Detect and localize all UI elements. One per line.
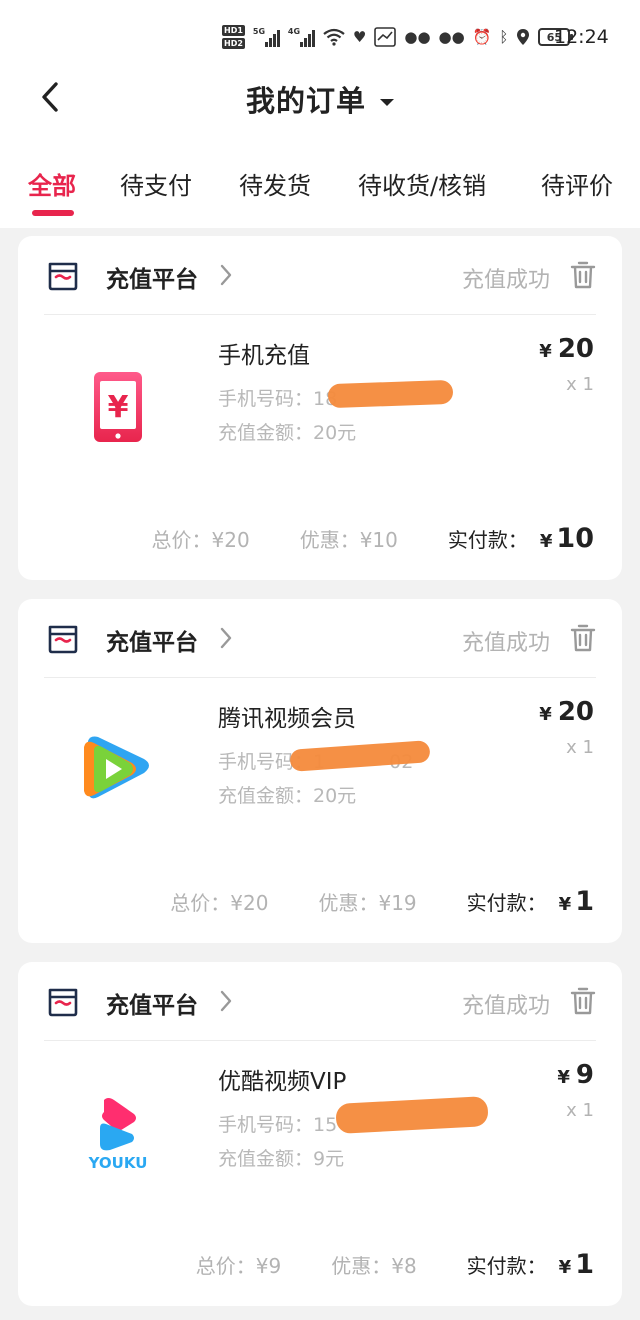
phone-recharge-icon: ¥	[94, 372, 142, 442]
store-name[interactable]: 充值平台	[106, 986, 198, 1020]
discount: 优惠：¥8	[331, 1254, 417, 1278]
tab-pending-review[interactable]: 待评价	[541, 166, 613, 201]
quantity: x 1	[566, 1100, 594, 1121]
hd-indicator-icon: HD1 HD2	[222, 25, 245, 49]
product-name[interactable]: 优酷视频VIP	[218, 1062, 346, 1096]
tab-pending-payment[interactable]: 待支付	[120, 166, 192, 201]
amount-paid: 实付款： ¥ 10	[447, 523, 594, 554]
store-icon	[48, 988, 78, 1017]
total-price: 总价：¥9	[195, 1254, 282, 1278]
discount: 优惠：¥10	[299, 528, 398, 552]
divider	[44, 1040, 596, 1041]
chevron-right-icon[interactable]	[218, 262, 234, 288]
quantity: x 1	[566, 374, 594, 395]
redaction-scribble	[335, 1096, 489, 1134]
order-tabs: 全部 待支付 待发货 待收货/核销 待评价	[0, 166, 640, 216]
tencent-video-icon	[84, 736, 149, 799]
order-totals: 总价：¥9 优惠：¥8 实付款： ¥ 1	[196, 1249, 594, 1280]
heart-rate-icon: ♥	[352, 27, 367, 46]
order-status: 充值成功	[461, 268, 550, 293]
order-card[interactable]: 充值平台 充值成功 YOUKU 优酷视频VIP 手机号码：15 充值金额：9元 …	[18, 962, 622, 1306]
order-status: 充值成功	[461, 631, 550, 656]
clock: 12:24	[554, 26, 609, 48]
wechat-icon-2: ●●	[438, 27, 465, 46]
recharge-amount-line: 充值金额：9元	[218, 1148, 345, 1170]
total-price: 总价：¥20	[151, 528, 250, 552]
unit-price: ¥9	[557, 1060, 594, 1090]
trash-icon[interactable]	[570, 260, 596, 290]
top-bar: HD1 HD2 5G 4G ♥ ●● ●● ⏰ ᛒ 65 12:24 我的订单 …	[0, 0, 640, 228]
tab-pending-shipment[interactable]: 待发货	[239, 166, 311, 201]
store-icon	[48, 262, 78, 291]
app-notification-icon	[374, 27, 397, 47]
order-card[interactable]: 充值平台 充值成功 腾讯视频会员 手机号码：102 充值金额：20元 ¥20 x…	[18, 599, 622, 943]
recharge-amount-line: 充值金额：20元	[218, 785, 357, 807]
caret-down-icon	[380, 99, 394, 106]
tab-all[interactable]: 全部	[28, 166, 76, 201]
store-name[interactable]: 充值平台	[106, 623, 198, 657]
page-title: 我的订单	[245, 84, 366, 118]
store-icon	[48, 625, 78, 654]
total-price: 总价：¥20	[170, 891, 269, 915]
quantity: x 1	[566, 737, 594, 758]
unit-price: ¥20	[539, 697, 594, 727]
redaction-scribble	[327, 379, 454, 409]
signal-5g-icon: 5G	[253, 27, 280, 47]
signal-4g-icon: 4G	[288, 27, 315, 47]
order-status: 充值成功	[461, 994, 550, 1019]
discount: 优惠：¥19	[318, 891, 417, 915]
order-totals: 总价：¥20 优惠：¥10 实付款： ¥ 10	[152, 523, 594, 554]
divider	[44, 677, 596, 678]
order-card[interactable]: 充值平台 充值成功 ¥ 手机充值 手机号码：18 充值金额：20元 ¥20 x …	[18, 236, 622, 580]
trash-icon[interactable]	[570, 623, 596, 653]
recharge-amount-line: 充值金额：20元	[218, 422, 357, 444]
tab-pending-receipt[interactable]: 待收货/核销	[358, 166, 486, 201]
title-dropdown[interactable]: 我的订单	[0, 78, 640, 120]
store-name[interactable]: 充值平台	[106, 260, 198, 294]
product-name[interactable]: 手机充值	[218, 336, 310, 370]
phone-number-line: 手机号码：18	[218, 388, 338, 410]
product-name[interactable]: 腾讯视频会员	[218, 699, 356, 733]
location-icon	[517, 29, 530, 45]
alarm-icon: ⏰	[472, 27, 492, 46]
wechat-icon: ●●	[404, 27, 431, 46]
status-bar: HD1 HD2 5G 4G ♥ ●● ●● ⏰ ᛒ 65 12:24	[0, 0, 640, 70]
svg-text:¥: ¥	[108, 390, 129, 425]
svg-text:YOUKU: YOUKU	[88, 1154, 148, 1172]
amount-paid: 实付款： ¥ 1	[466, 1249, 594, 1280]
youku-icon: YOUKU	[88, 1098, 148, 1172]
bluetooth-icon: ᛒ	[499, 27, 509, 46]
chevron-right-icon[interactable]	[218, 988, 234, 1014]
phone-number-line: 手机号码：15	[218, 1114, 338, 1136]
trash-icon[interactable]	[570, 986, 596, 1016]
divider	[44, 314, 596, 315]
amount-paid: 实付款： ¥ 1	[466, 886, 594, 917]
chevron-right-icon[interactable]	[218, 625, 234, 651]
unit-price: ¥20	[539, 334, 594, 364]
order-totals: 总价：¥20 优惠：¥19 实付款： ¥ 1	[170, 886, 594, 917]
wifi-icon	[323, 28, 345, 46]
active-tab-indicator	[32, 210, 74, 216]
